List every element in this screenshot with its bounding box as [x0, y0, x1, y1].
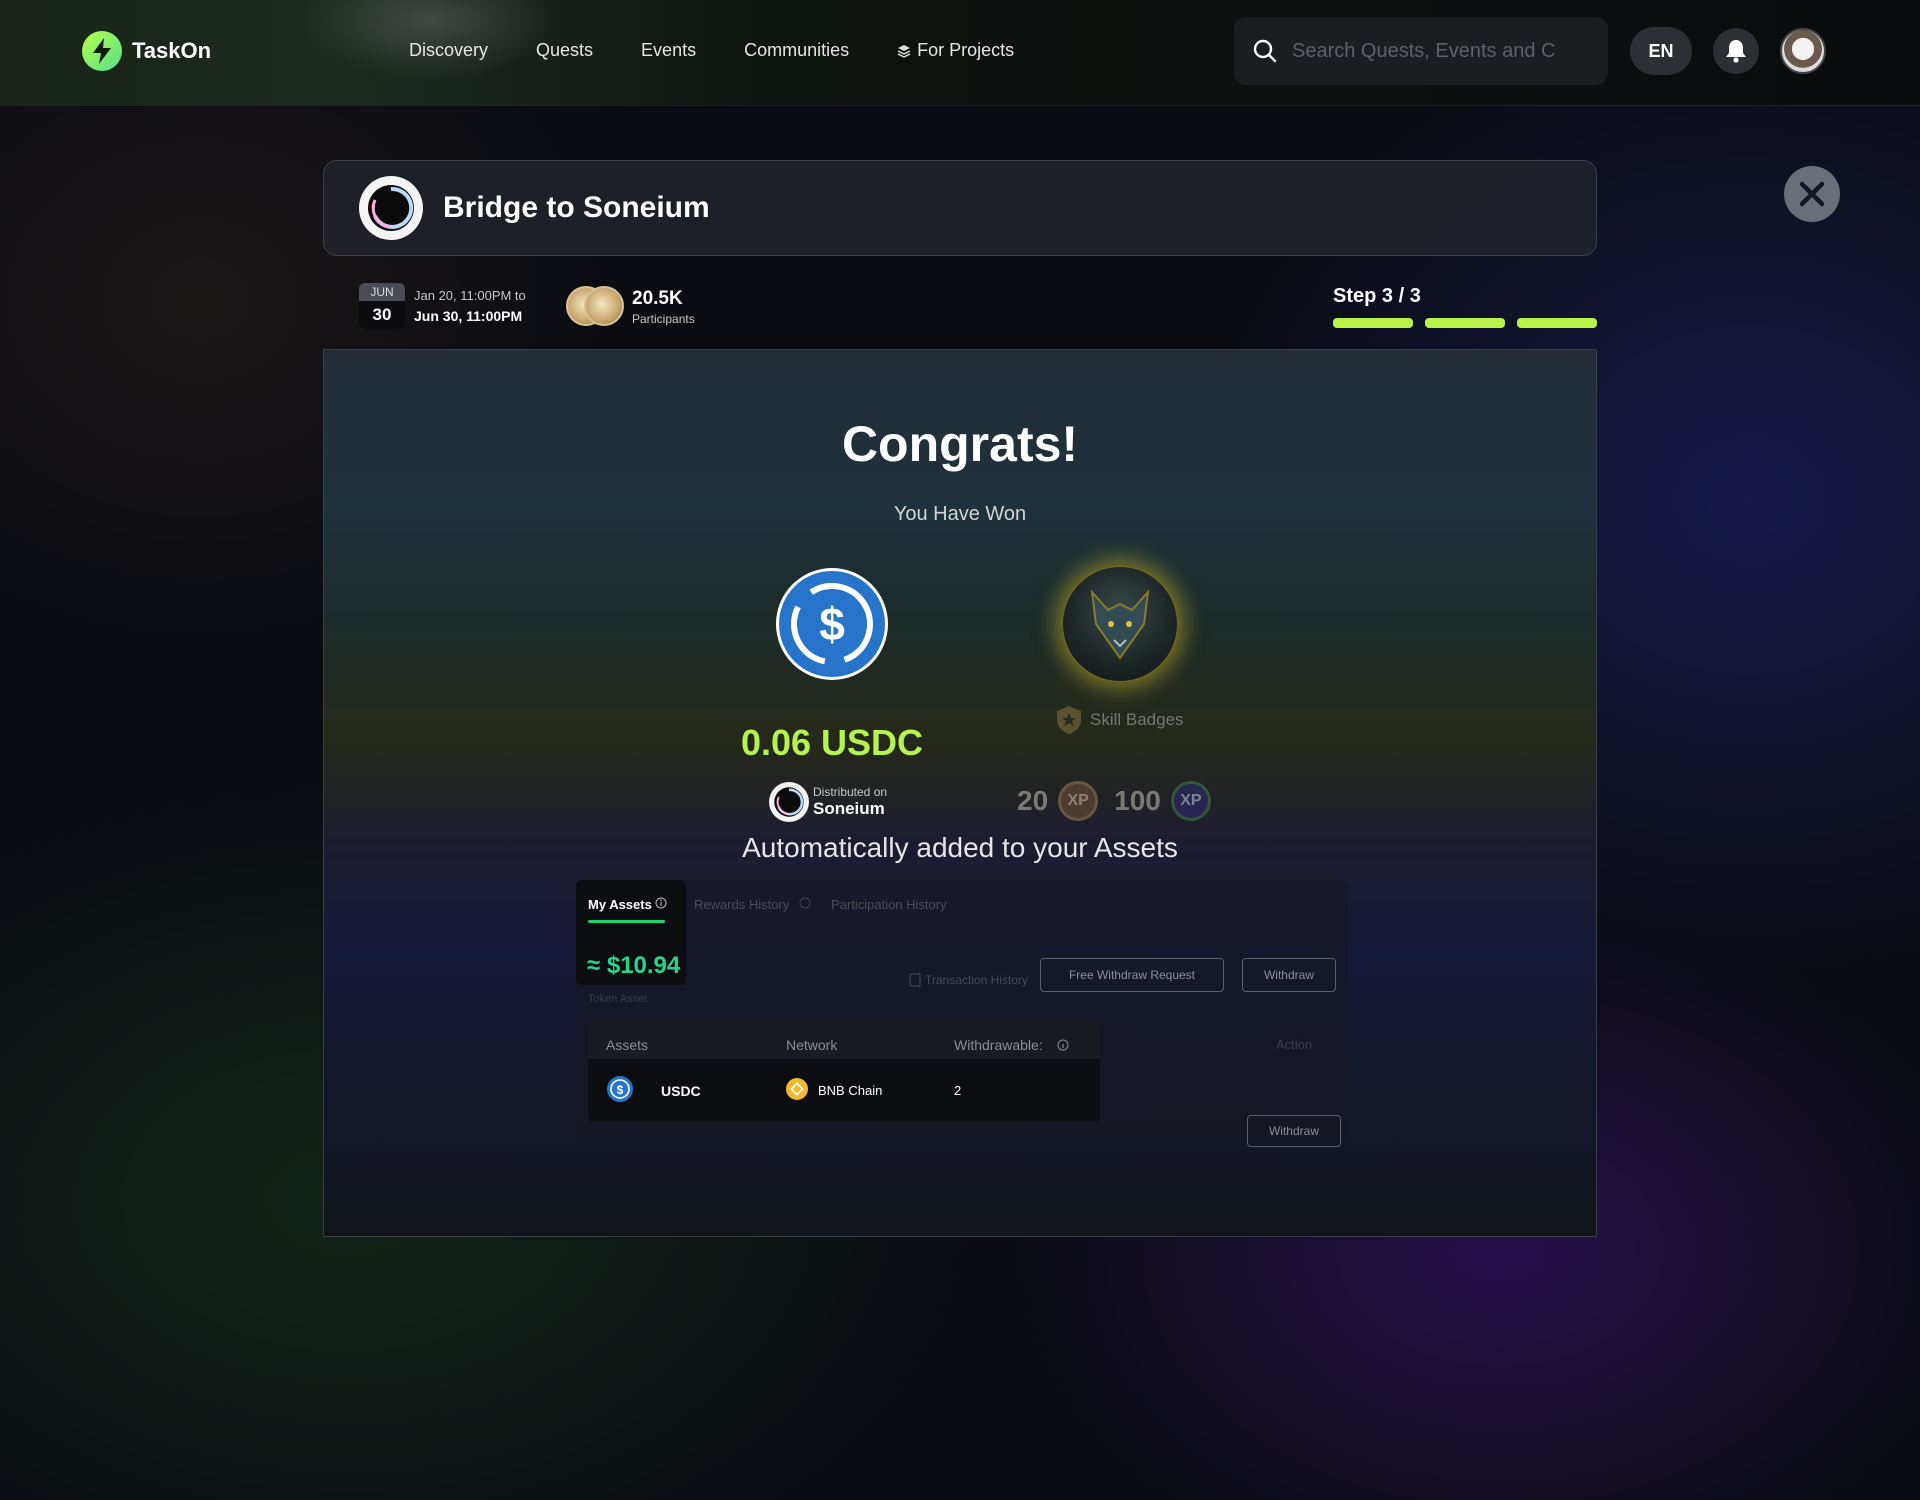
- withdraw-button[interactable]: Withdraw: [1242, 958, 1336, 992]
- xp-rewards: 20 XP 100 XP: [1017, 781, 1211, 821]
- token-asset-label: Token Asset: [588, 993, 648, 1005]
- col-withdrawable: Withdrawable:: [954, 1037, 1043, 1053]
- you-won-text: You Have Won: [893, 503, 1027, 525]
- participants-label: Participants: [632, 312, 695, 326]
- close-button[interactable]: [1784, 166, 1840, 222]
- layers-icon: [897, 44, 911, 58]
- search-box[interactable]: [1234, 17, 1608, 85]
- tab-my-assets-label: My Assets: [588, 897, 652, 912]
- date-from: Jan 20, 11:00PM to: [414, 288, 526, 303]
- reward-amount: 0.06 USDC: [740, 722, 924, 763]
- participants-count: 20.5K: [632, 288, 683, 309]
- assets-table: Assets Network Withdrawable: $ USDC BNB …: [588, 1019, 1100, 1121]
- nav-for-projects-label: For Projects: [917, 40, 1015, 60]
- date-month: JUN: [359, 283, 405, 301]
- xp-amount: 100: [1114, 785, 1161, 816]
- nav-communities[interactable]: Communities: [744, 40, 849, 61]
- lightning-logo-icon: [82, 31, 122, 71]
- logo-text: TaskOn: [132, 38, 212, 63]
- xp-amount: 20: [1017, 785, 1049, 816]
- document-icon: [909, 973, 921, 987]
- quest-title-bar: Bridge to Soneium: [323, 160, 1597, 256]
- wolf-badge-icon: [1061, 565, 1179, 683]
- search-icon: [1253, 39, 1277, 63]
- language-button[interactable]: EN: [1630, 27, 1692, 75]
- nav-events[interactable]: Events: [641, 40, 696, 61]
- step-bar: [1333, 318, 1413, 328]
- congrats-heading: Congrats!: [841, 416, 1079, 472]
- svg-text:$: $: [617, 1083, 624, 1097]
- soneium-logo-icon: [359, 176, 423, 240]
- asset-total: ≈ $10.94: [587, 952, 681, 979]
- top-header: TaskOn Discovery Quests Events Communiti…: [0, 0, 1920, 106]
- distributed-label: Distributed on: [813, 785, 888, 799]
- col-assets: Assets: [606, 1037, 649, 1053]
- distributed-network: Soneium: [813, 799, 885, 818]
- bell-icon: [1726, 40, 1746, 63]
- soneium-logo-icon: [769, 782, 809, 822]
- usdc-icon: $: [607, 1076, 633, 1102]
- xp-bronze-icon: XP: [1058, 781, 1099, 821]
- transaction-history-link[interactable]: Transaction History: [909, 973, 1028, 987]
- date-day: 30: [359, 301, 405, 329]
- tab-my-assets[interactable]: My Assets ≈ $10.94: [576, 880, 686, 985]
- row-network: BNB Chain: [818, 1083, 883, 1098]
- distributed-on: Distributed on Soneium: [769, 782, 887, 822]
- skill-badges: Skill Badges: [1056, 705, 1184, 735]
- nav-for-projects[interactable]: For Projects: [897, 40, 1014, 61]
- nav-quests[interactable]: Quests: [536, 40, 593, 61]
- shield-star-icon: [1057, 706, 1081, 734]
- col-action: Action: [1276, 1037, 1313, 1052]
- step-label: Step 3 / 3: [1333, 285, 1421, 307]
- nav-discovery[interactable]: Discovery: [409, 40, 488, 61]
- main-nav: Discovery Quests Events Communities For …: [409, 40, 1014, 61]
- info-icon: [655, 897, 667, 909]
- participants-info: 20.5K Participants: [632, 288, 695, 326]
- row-asset: USDC: [661, 1083, 701, 1099]
- row-withdraw-button[interactable]: Withdraw: [1247, 1115, 1341, 1147]
- date-range: Jan 20, 11:00PM to Jun 30, 11:00PM: [414, 288, 526, 324]
- col-network: Network: [786, 1037, 838, 1053]
- free-withdraw-button[interactable]: Free Withdraw Request: [1040, 958, 1224, 992]
- tab-rewards-history[interactable]: Rewards History: [694, 897, 789, 912]
- assets-preview: My Assets ≈ $10.94 Rewards History Parti…: [576, 880, 1348, 1147]
- step-bar: [1425, 318, 1505, 328]
- row-withdrawable: 2: [954, 1083, 962, 1098]
- skill-badges-label: Skill Badges: [1090, 710, 1184, 729]
- date-to: Jun 30, 11:00PM: [414, 308, 523, 324]
- svg-text:$: $: [819, 598, 845, 650]
- quest-title: Bridge to Soneium: [443, 191, 710, 224]
- taskon-logo[interactable]: TaskOn: [82, 31, 211, 71]
- usdc-icon: $: [776, 568, 888, 680]
- step-progress: [1333, 318, 1597, 328]
- auto-added-text: Automatically added to your Assets: [742, 832, 1178, 863]
- xp-icon: XP: [1170, 781, 1211, 821]
- close-icon: [1799, 181, 1825, 207]
- info-icon: [799, 897, 811, 909]
- user-avatar[interactable]: [1780, 28, 1826, 74]
- notifications-button[interactable]: [1713, 28, 1759, 74]
- info-icon: [1057, 1039, 1069, 1051]
- tab-participation-history[interactable]: Participation History: [831, 897, 947, 912]
- tab-underline: [588, 920, 665, 923]
- search-input[interactable]: [1292, 39, 1556, 63]
- participant-avatar: [584, 286, 624, 326]
- bnb-icon: [786, 1078, 808, 1100]
- date-badge: JUN 30: [359, 283, 405, 329]
- reward-card: Congrats! You Have Won $ 0.06 USDC Distr…: [323, 349, 1597, 1237]
- participant-avatars: [566, 286, 626, 326]
- transaction-history-label: Transaction History: [925, 973, 1028, 987]
- step-bar: [1517, 318, 1597, 328]
